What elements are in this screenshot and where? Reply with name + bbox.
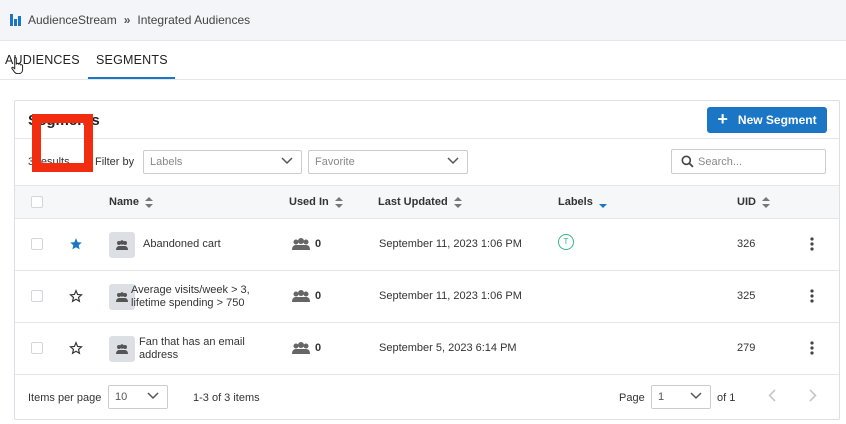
table-header: Name Used In Last Updated Labels UID bbox=[15, 185, 839, 219]
highlight-box bbox=[32, 114, 93, 172]
users-icon bbox=[292, 238, 310, 250]
users-icon bbox=[292, 290, 310, 302]
column-name-label: Name bbox=[109, 196, 139, 208]
breadcrumb-app-link[interactable]: AudienceStream bbox=[28, 13, 117, 27]
used-in-count: 0 bbox=[315, 342, 322, 354]
audiencestream-logo-icon bbox=[10, 14, 22, 26]
breadcrumb-page: Integrated Audiences bbox=[137, 13, 251, 27]
tab-bar: AUDIENCES SEGMENTS bbox=[0, 41, 846, 80]
users-icon bbox=[116, 292, 128, 302]
segments-panel: Segments + New Segment 3 results Filter … bbox=[14, 100, 840, 420]
column-header-labels[interactable]: Labels bbox=[558, 196, 607, 208]
users-icon bbox=[116, 240, 128, 250]
sort-descending-icon bbox=[598, 203, 607, 208]
column-last-updated-label: Last Updated bbox=[378, 196, 448, 208]
items-per-page-value: 10 bbox=[115, 391, 128, 403]
chevron-down-icon bbox=[147, 392, 159, 400]
chevron-right-icon[interactable] bbox=[809, 389, 817, 402]
column-header-used-in[interactable]: Used In bbox=[289, 196, 343, 208]
column-uid-label: UID bbox=[737, 196, 756, 208]
favorite-filter-value: Favorite bbox=[315, 156, 355, 168]
select-all-checkbox[interactable] bbox=[31, 196, 43, 208]
labels-filter-select[interactable]: Labels bbox=[143, 150, 302, 174]
column-labels-label: Labels bbox=[558, 196, 593, 208]
page-select[interactable]: 1 bbox=[651, 385, 711, 409]
items-range: 1-3 of 3 items bbox=[193, 392, 260, 404]
table-row[interactable]: Fan that has an email address 0 Septembe… bbox=[15, 323, 839, 375]
pagination-footer: Items per page 10 1-3 of 3 items Page 1 … bbox=[15, 375, 839, 420]
last-updated: September 11, 2023 1:06 PM bbox=[379, 290, 522, 302]
chevron-down-icon bbox=[447, 157, 459, 165]
column-header-last-updated[interactable]: Last Updated bbox=[378, 196, 462, 208]
new-segment-button[interactable]: + New Segment bbox=[707, 107, 827, 133]
more-options-icon[interactable] bbox=[810, 289, 814, 303]
segment-name-line: Average visits/week > 3, bbox=[131, 284, 250, 296]
used-in-cell: 0 bbox=[292, 342, 321, 354]
column-header-uid[interactable]: UID bbox=[737, 196, 770, 208]
segment-name[interactable]: Fan that has an email address bbox=[139, 336, 245, 362]
filter-by-label: Filter by bbox=[95, 156, 135, 168]
breadcrumb-separator: » bbox=[123, 13, 131, 27]
column-header-name[interactable]: Name bbox=[109, 196, 153, 208]
panel-header: Segments + New Segment bbox=[15, 101, 839, 139]
page-value: 1 bbox=[658, 391, 665, 403]
segment-name-line: address bbox=[139, 349, 179, 361]
segment-icon bbox=[109, 232, 135, 258]
used-in-count: 0 bbox=[315, 238, 322, 250]
chevron-down-icon bbox=[690, 392, 702, 400]
last-updated: September 11, 2023 1:06 PM bbox=[379, 238, 522, 250]
search-box[interactable] bbox=[671, 149, 826, 174]
label-badge[interactable]: T bbox=[558, 234, 574, 250]
items-per-page-select[interactable]: 10 bbox=[108, 385, 168, 409]
more-options-icon[interactable] bbox=[810, 237, 814, 251]
plus-icon: + bbox=[717, 109, 728, 129]
items-per-page-label: Items per page bbox=[28, 392, 102, 404]
search-icon bbox=[681, 155, 694, 168]
top-bar: AudienceStream » Integrated Audiences bbox=[0, 0, 846, 41]
last-updated: September 5, 2023 6:14 PM bbox=[379, 342, 517, 354]
row-checkbox[interactable] bbox=[31, 342, 43, 354]
uid: 326 bbox=[737, 238, 756, 250]
row-checkbox[interactable] bbox=[31, 238, 43, 250]
page-total: of 1 bbox=[717, 392, 736, 404]
table-row[interactable]: Average visits/week > 3, lifetime spendi… bbox=[15, 271, 839, 323]
users-icon bbox=[292, 342, 310, 354]
table-row[interactable]: Abandoned cart 0 September 11, 2023 1:06… bbox=[15, 219, 839, 271]
used-in-cell: 0 bbox=[292, 290, 321, 302]
sort-icon bbox=[761, 196, 770, 208]
star-outline-icon[interactable] bbox=[69, 289, 83, 303]
star-filled-icon[interactable] bbox=[69, 237, 83, 251]
tab-segments[interactable]: SEGMENTS bbox=[88, 41, 175, 79]
segment-icon bbox=[109, 336, 135, 362]
chevron-left-icon[interactable] bbox=[768, 389, 776, 402]
segment-name[interactable]: Abandoned cart bbox=[143, 238, 221, 250]
new-segment-label: New Segment bbox=[737, 113, 817, 127]
uid: 279 bbox=[737, 342, 756, 354]
favorite-filter-select[interactable]: Favorite bbox=[308, 150, 468, 174]
page-label: Page bbox=[619, 392, 645, 404]
used-in-count: 0 bbox=[315, 290, 322, 302]
uid: 325 bbox=[737, 290, 756, 302]
segment-name-line: lifetime spending > 750 bbox=[131, 297, 245, 309]
star-outline-icon[interactable] bbox=[69, 341, 83, 355]
row-checkbox[interactable] bbox=[31, 290, 43, 302]
used-in-cell: 0 bbox=[292, 238, 321, 250]
segment-name-line: Fan that has an email bbox=[139, 336, 245, 348]
chevron-down-icon bbox=[281, 157, 293, 165]
hand-cursor-icon bbox=[11, 56, 24, 74]
search-input[interactable] bbox=[698, 153, 818, 170]
sort-icon bbox=[334, 196, 343, 208]
users-icon bbox=[116, 344, 128, 354]
column-used-in-label: Used In bbox=[289, 196, 329, 208]
labels-filter-value: Labels bbox=[150, 156, 183, 168]
more-options-icon[interactable] bbox=[810, 341, 814, 355]
sort-icon bbox=[453, 196, 462, 208]
sort-icon bbox=[144, 196, 153, 208]
filter-row: 3 results Filter by Labels Favorite bbox=[15, 139, 839, 185]
segment-name[interactable]: Average visits/week > 3, lifetime spendi… bbox=[131, 284, 250, 310]
